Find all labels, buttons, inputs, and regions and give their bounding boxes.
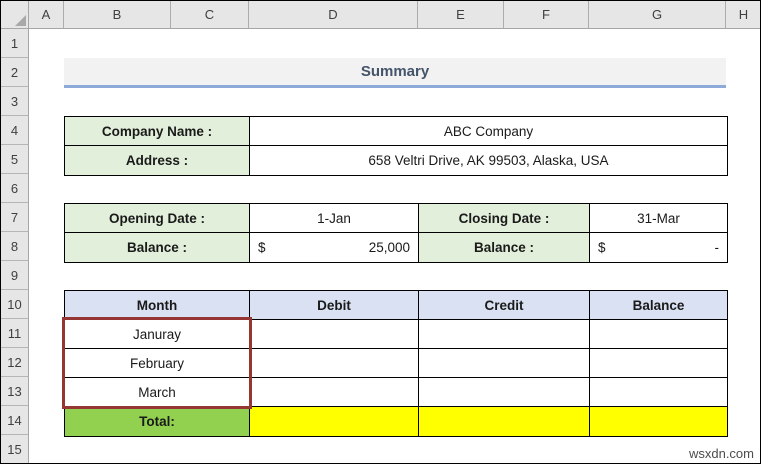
- debit-cell-march[interactable]: [250, 378, 419, 407]
- table-row-february: February: [65, 349, 727, 378]
- row-header-4[interactable]: 4: [1, 116, 29, 145]
- credit-cell-january[interactable]: [419, 320, 590, 349]
- currency-symbol: $: [598, 240, 606, 255]
- table-row-march: March: [65, 378, 727, 407]
- row-header-11[interactable]: 11: [1, 319, 29, 348]
- month-cell-march[interactable]: March: [65, 378, 250, 407]
- row-header-13[interactable]: 13: [1, 377, 29, 406]
- row-header-15[interactable]: 15: [1, 435, 29, 463]
- company-name-label-cell[interactable]: Company Name :: [65, 117, 250, 146]
- debit-cell-january[interactable]: [250, 320, 419, 349]
- table-row: Company Name : ABC Company: [65, 117, 727, 146]
- dates-balance-table: Opening Date : 1-Jan Closing Date : 31-M…: [64, 203, 728, 263]
- address-label-cell[interactable]: Address :: [65, 146, 250, 175]
- column-header-h[interactable]: H: [726, 1, 760, 29]
- row-header-14[interactable]: 14: [1, 406, 29, 435]
- opening-balance-value-cell[interactable]: $ 25,000: [250, 233, 419, 262]
- table-row: Balance : $ 25,000 Balance : $ -: [65, 233, 727, 262]
- row-header-8[interactable]: 8: [1, 232, 29, 261]
- closing-balance-value-cell[interactable]: $ -: [590, 233, 727, 262]
- table-header-row: Month Debit Credit Balance: [65, 291, 727, 320]
- closing-balance-amount: -: [714, 240, 720, 255]
- balance-cell-february[interactable]: [590, 349, 727, 378]
- table-row: Opening Date : 1-Jan Closing Date : 31-M…: [65, 204, 727, 233]
- month-column-header-cell[interactable]: Month: [65, 291, 250, 320]
- row-header-2[interactable]: 2: [1, 58, 29, 87]
- balance-cell-january[interactable]: [590, 320, 727, 349]
- closing-date-label-cell[interactable]: Closing Date :: [419, 204, 590, 233]
- total-label-cell[interactable]: Total:: [65, 407, 250, 436]
- total-balance-cell[interactable]: [590, 407, 727, 436]
- row-header-3[interactable]: 3: [1, 87, 29, 116]
- row-header-5[interactable]: 5: [1, 145, 29, 174]
- column-header-g[interactable]: G: [589, 1, 726, 29]
- column-header-d[interactable]: D: [249, 1, 418, 29]
- currency-symbol: $: [258, 240, 266, 255]
- table-row-january: Januray: [65, 320, 727, 349]
- month-cell-february[interactable]: February: [65, 349, 250, 378]
- excel-worksheet: A B C D E F G H 1 2 3 4 5 6 7 8 9 10 11 …: [0, 0, 761, 464]
- month-cell-january[interactable]: Januray: [65, 320, 250, 349]
- select-all-triangle-icon: [15, 15, 26, 26]
- row-header-9[interactable]: 9: [1, 261, 29, 290]
- debit-cell-february[interactable]: [250, 349, 419, 378]
- summary-title-cell[interactable]: Summary: [64, 58, 726, 88]
- column-header-e[interactable]: E: [418, 1, 504, 29]
- opening-date-label-cell[interactable]: Opening Date :: [65, 204, 250, 233]
- credit-cell-february[interactable]: [419, 349, 590, 378]
- opening-balance-label-cell[interactable]: Balance :: [65, 233, 250, 262]
- balance-column-header-cell[interactable]: Balance: [590, 291, 727, 320]
- company-name-value-cell[interactable]: ABC Company: [250, 117, 727, 146]
- credit-cell-march[interactable]: [419, 378, 590, 407]
- column-header-f[interactable]: F: [504, 1, 589, 29]
- column-header-a[interactable]: A: [29, 1, 64, 29]
- company-info-table: Company Name : ABC Company Address : 658…: [64, 116, 728, 176]
- closing-date-value-cell[interactable]: 31-Mar: [590, 204, 727, 233]
- debit-column-header-cell[interactable]: Debit: [250, 291, 419, 320]
- row-header-1[interactable]: 1: [1, 29, 29, 58]
- months-table: Month Debit Credit Balance Januray Febru…: [64, 290, 728, 437]
- table-row-total: Total:: [65, 407, 727, 436]
- total-credit-cell[interactable]: [419, 407, 590, 436]
- address-value-cell[interactable]: 658 Veltri Drive, AK 99503, Alaska, USA: [250, 146, 727, 175]
- watermark-text: wsxdn.com: [688, 446, 754, 461]
- row-header-10[interactable]: 10: [1, 290, 29, 319]
- opening-date-value-cell[interactable]: 1-Jan: [250, 204, 419, 233]
- select-all-corner[interactable]: [1, 1, 29, 29]
- balance-cell-march[interactable]: [590, 378, 727, 407]
- closing-balance-label-cell[interactable]: Balance :: [419, 233, 590, 262]
- row-header-7[interactable]: 7: [1, 203, 29, 232]
- column-header-c[interactable]: C: [171, 1, 249, 29]
- opening-balance-amount: 25,000: [368, 240, 410, 255]
- total-debit-cell[interactable]: [250, 407, 419, 436]
- row-header-6[interactable]: 6: [1, 174, 29, 203]
- row-header-12[interactable]: 12: [1, 348, 29, 377]
- table-row: Address : 658 Veltri Drive, AK 99503, Al…: [65, 146, 727, 175]
- credit-column-header-cell[interactable]: Credit: [419, 291, 590, 320]
- column-header-b[interactable]: B: [64, 1, 171, 29]
